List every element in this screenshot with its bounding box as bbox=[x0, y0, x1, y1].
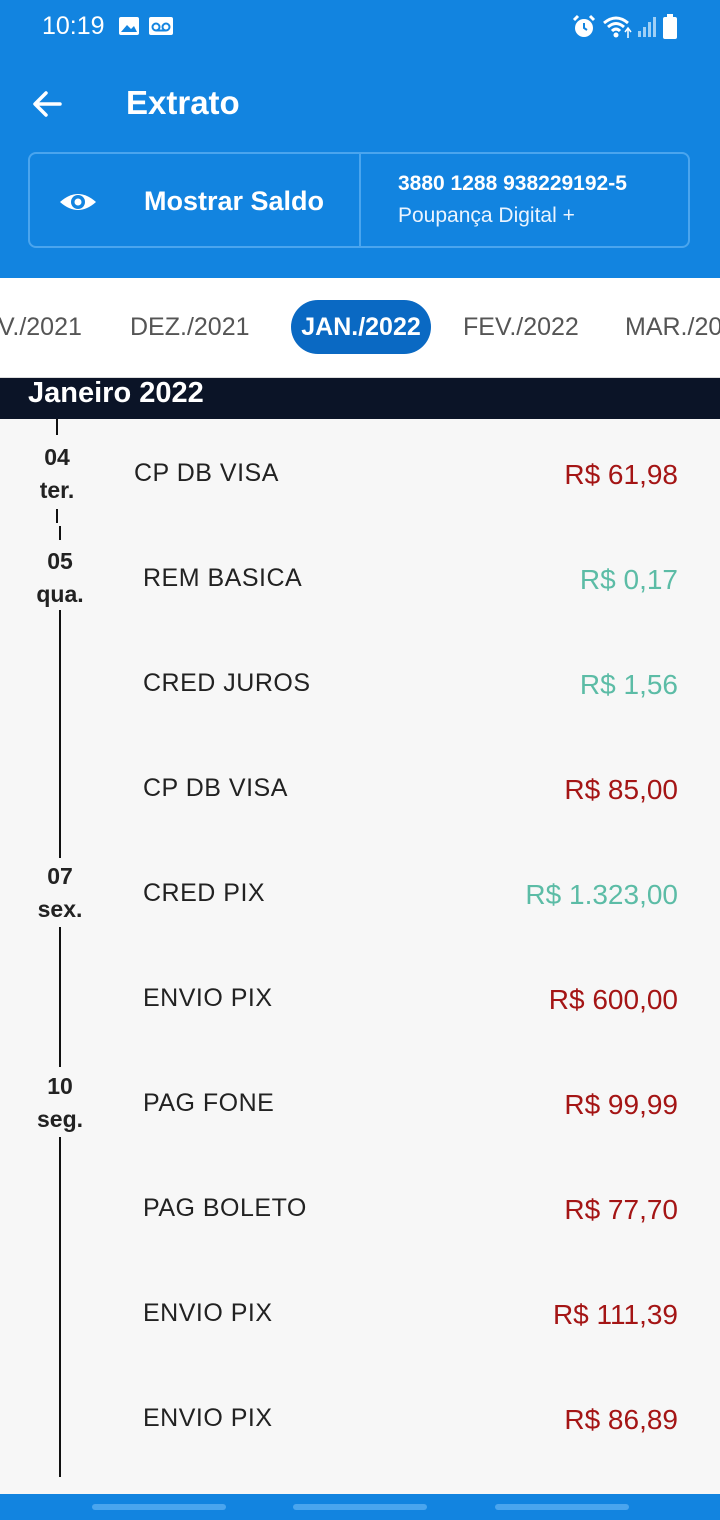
transaction-label: ENVIO PIX bbox=[143, 1404, 273, 1432]
tab-dec-2021[interactable]: DEZ./2021 bbox=[130, 300, 250, 354]
transaction-amount: R$ 61,98 bbox=[564, 459, 678, 490]
transaction-label: PAG FONE bbox=[143, 1089, 275, 1117]
show-balance-label: Mostrar Saldo bbox=[144, 186, 325, 216]
timeline-line bbox=[59, 526, 61, 540]
day-weekday: ter. bbox=[39, 477, 75, 503]
day-number: 10 bbox=[47, 1073, 73, 1099]
timeline-line bbox=[56, 509, 58, 523]
header: 10:19 Extrato Mostrar Saldo 3880 1288 93… bbox=[0, 0, 720, 278]
day-weekday: seg. bbox=[36, 1106, 84, 1132]
transaction-amount: R$ 99,99 bbox=[564, 1089, 678, 1120]
system-nav-bar bbox=[0, 1494, 720, 1520]
transaction-label: CRED JUROS bbox=[143, 669, 311, 697]
nav-recents-button[interactable] bbox=[92, 1504, 226, 1510]
status-time: 10:19 bbox=[42, 12, 105, 40]
tab-nov-2021[interactable]: V./2021 bbox=[0, 300, 82, 354]
day-label-10: 10 seg. bbox=[25, 1070, 95, 1136]
day-number: 07 bbox=[47, 863, 73, 889]
day-label-07: 07 sex. bbox=[25, 860, 95, 926]
transaction-amount: R$ 1,56 bbox=[579, 669, 678, 700]
transaction-amount: R$ 86,89 bbox=[564, 1404, 678, 1435]
tab-feb-2022[interactable]: FEV./2022 bbox=[463, 300, 579, 354]
image-icon bbox=[119, 17, 139, 35]
transaction-amount: R$ 600,00 bbox=[548, 984, 678, 1015]
battery-icon bbox=[663, 14, 677, 39]
nav-home-button[interactable] bbox=[293, 1504, 427, 1510]
tab-mar-2022[interactable]: MAR./20 bbox=[625, 300, 720, 354]
day-number: 05 bbox=[47, 548, 73, 574]
timeline-line bbox=[59, 927, 61, 1067]
transaction-label: ENVIO PIX bbox=[143, 984, 273, 1012]
transaction-label: CRED PIX bbox=[143, 879, 266, 907]
tab-jan-2022[interactable]: JAN./2022 bbox=[291, 300, 431, 354]
day-label-05: 05 qua. bbox=[25, 545, 95, 611]
day-number: 04 bbox=[44, 444, 70, 470]
transaction-amount: R$ 77,70 bbox=[564, 1194, 678, 1225]
back-arrow-icon[interactable] bbox=[24, 80, 72, 128]
transaction-amount: R$ 0,17 bbox=[579, 564, 678, 595]
status-bar: 10:19 bbox=[0, 0, 720, 56]
transaction-label: CP DB VISA bbox=[134, 459, 279, 487]
transaction-label: CP DB VISA bbox=[143, 774, 288, 802]
section-header: Janeiro 2022 bbox=[0, 378, 720, 419]
timeline-line bbox=[59, 610, 61, 858]
wifi-icon bbox=[603, 16, 632, 38]
page-title: Extrato bbox=[126, 84, 240, 121]
voicemail-icon bbox=[149, 17, 173, 35]
account-type: Poupança Digital + bbox=[398, 204, 575, 227]
transaction-label: ENVIO PIX bbox=[143, 1299, 273, 1327]
transaction-label: REM BASICA bbox=[143, 564, 303, 592]
app-bar: Extrato bbox=[0, 66, 720, 144]
show-balance-button[interactable]: Mostrar Saldo bbox=[30, 154, 361, 246]
day-weekday: sex. bbox=[37, 896, 83, 922]
timeline-line bbox=[56, 419, 58, 435]
day-weekday: qua. bbox=[36, 581, 84, 607]
timeline-line bbox=[59, 1137, 61, 1477]
account-number: 3880 1288 938229192-5 bbox=[398, 172, 627, 195]
section-header-label: Janeiro 2022 bbox=[28, 377, 204, 409]
transaction-label: PAG BOLETO bbox=[143, 1194, 307, 1222]
day-label-04: 04 ter. bbox=[22, 441, 92, 507]
transaction-amount: R$ 111,39 bbox=[552, 1299, 678, 1330]
eye-icon bbox=[60, 194, 96, 210]
transaction-amount: R$ 1.323,00 bbox=[525, 879, 678, 910]
nav-back-button[interactable] bbox=[495, 1504, 629, 1510]
month-tabs: V./2021 DEZ./2021 JAN./2022 FEV./2022 MA… bbox=[0, 278, 720, 378]
account-card: Mostrar Saldo 3880 1288 938229192-5 Poup… bbox=[28, 152, 690, 248]
transaction-list: 04 ter. 05 qua. 07 sex. 10 seg. CP DB VI… bbox=[0, 419, 720, 1494]
signal-icon bbox=[638, 17, 656, 37]
transaction-amount: R$ 85,00 bbox=[564, 774, 678, 805]
alarm-icon bbox=[572, 14, 596, 37]
account-info[interactable]: 3880 1288 938229192-5 Poupança Digital + bbox=[361, 154, 688, 246]
